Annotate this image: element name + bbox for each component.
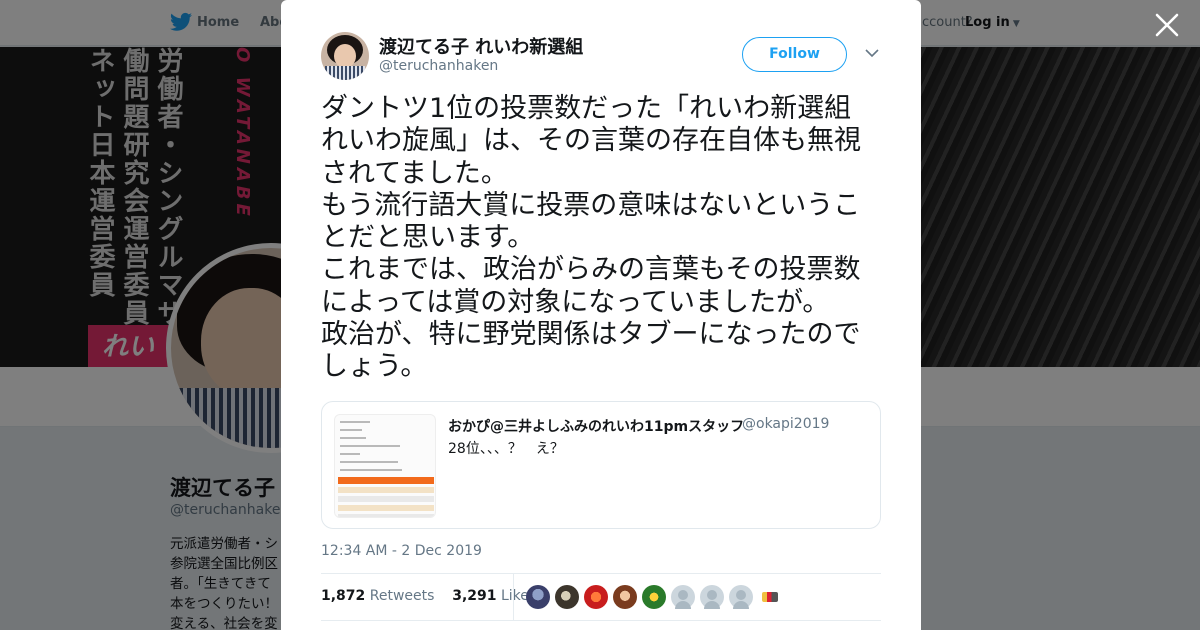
retweets-count[interactable]: 1,872 xyxy=(321,588,365,604)
author-name[interactable]: 渡辺てる子 れいわ新選組 xyxy=(379,33,583,59)
liker-avatar[interactable] xyxy=(526,585,550,609)
liker-avatar[interactable] xyxy=(762,592,778,602)
divider xyxy=(513,573,514,620)
quoted-author-handle: @okapi2019 xyxy=(742,416,830,432)
close-icon[interactable] xyxy=(1154,12,1180,38)
liker-avatar[interactable] xyxy=(584,585,608,609)
quoted-tweet[interactable]: おかぴ@三井よしふみのれいわ11pmスタッフ @okapi2019 28位、、、… xyxy=(321,401,881,529)
quoted-author-name: おかぴ@三井よしふみのれいわ11pmスタッフ xyxy=(448,419,745,435)
liker-avatar[interactable] xyxy=(642,585,666,609)
author-handle[interactable]: @teruchanhaken xyxy=(379,58,498,74)
author-avatar[interactable] xyxy=(321,32,369,80)
avatar-face xyxy=(334,44,356,68)
liker-avatar[interactable] xyxy=(729,585,753,609)
liker-avatar[interactable] xyxy=(555,585,579,609)
divider xyxy=(321,620,881,621)
liker-avatar[interactable] xyxy=(613,585,637,609)
follow-button[interactable]: Follow xyxy=(742,37,847,72)
likes-count[interactable]: 3,291 xyxy=(452,588,496,604)
tweet-modal: 渡辺てる子 れいわ新選組 @teruchanhaken Follow ダントツ1… xyxy=(281,0,921,630)
liker-avatar[interactable] xyxy=(700,585,724,609)
liker-avatar[interactable] xyxy=(671,585,695,609)
quoted-tweet-text: 28位、、、？ え？ xyxy=(448,441,564,457)
tweet-timestamp[interactable]: 12:34 AM - 2 Dec 2019 xyxy=(321,543,482,559)
tweet-text: ダントツ1位の投票数だった「れいわ新選組 れいわ旋風」は、その言葉の存在自体も無… xyxy=(321,93,861,383)
chevron-down-icon[interactable] xyxy=(865,48,879,58)
retweets-label[interactable]: Retweets xyxy=(370,588,435,604)
quoted-tweet-image xyxy=(334,414,436,518)
tweet-stats: 1,872 Retweets 3,291 Likes xyxy=(321,588,536,604)
divider xyxy=(321,573,881,574)
avatar-shirt xyxy=(325,66,365,80)
